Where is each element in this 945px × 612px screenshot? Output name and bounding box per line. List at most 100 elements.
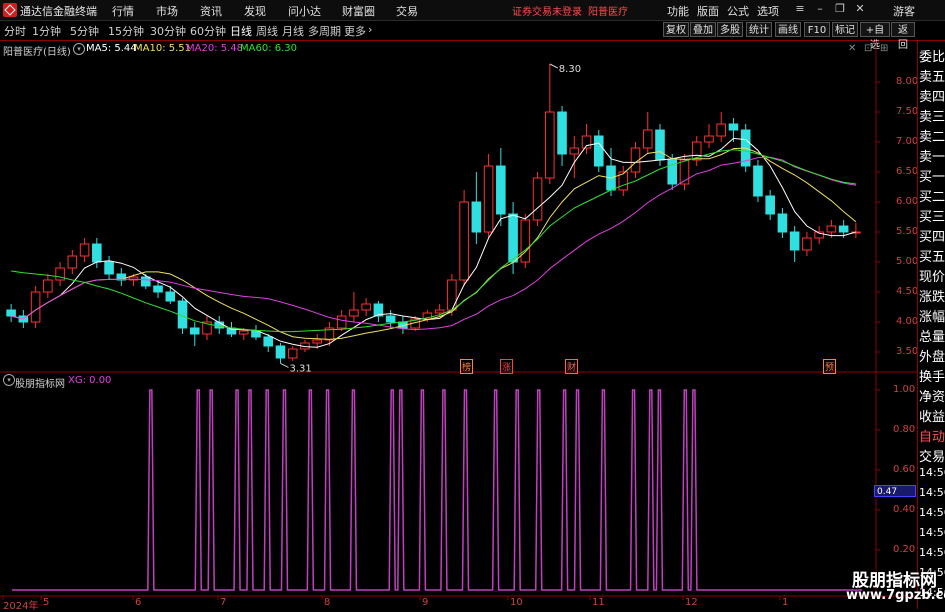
y-axis-label: 6.00 [896,196,919,207]
candle-body [789,231,800,251]
high-pointer [549,63,559,69]
x-axis-label: 1 [782,597,789,608]
x-axis-label: 5 [43,597,50,608]
side-panel-item[interactable]: 卖三 [919,106,945,125]
candle-body [153,285,163,293]
candle-body [6,309,16,317]
candle-body [728,123,739,131]
candle-body [716,123,726,137]
xg-label: XG: 0.00 [68,375,112,386]
subchart-title: 股朋指标网 [15,379,65,390]
candle-body [141,276,151,287]
side-panel-item[interactable]: 净资 [919,386,945,405]
candle-body [312,339,322,344]
y-axis-label: 5.50 [896,226,919,237]
side-panel-item[interactable]: 买四 [919,226,945,245]
sub-y-axis-label: 1.00 [893,384,916,395]
candle-body [30,291,41,323]
side-panel-item[interactable]: 14:56 [919,506,945,519]
candle-body [459,201,469,281]
candle-body [67,255,78,269]
subchart-settings-icon[interactable]: ▾ [3,374,15,386]
y-axis-label: 3.50 [896,346,919,357]
event-marker[interactable]: 预 [823,359,837,374]
ma10-line [11,147,857,340]
sub-y-axis-label: 0.60 [893,464,916,475]
side-panel-item[interactable]: 现价 [919,266,945,285]
side-panel-item[interactable]: 委比 [919,46,945,65]
side-panel-item[interactable]: 交易 [919,446,945,465]
side-panel-item[interactable]: 换手 [919,366,945,385]
side-panel-item[interactable]: 卖五 [919,66,945,85]
side-panel-item[interactable]: 涨跌 [919,286,945,305]
low-pointer [280,362,289,368]
x-axis-label: 6 [135,597,142,608]
side-panel-item[interactable]: 自动 [919,426,945,445]
candle-body [642,129,653,149]
candle-body [275,345,286,359]
side-panel-item[interactable]: 卖二 [919,126,945,145]
y-axis-label: 4.00 [896,316,919,327]
side-panel-item[interactable]: 买二 [919,186,945,205]
y-axis-label: 8.00 [896,76,919,87]
candle-body [434,309,445,314]
candle-body [520,219,531,263]
candle-body [483,165,494,233]
side-panel-item[interactable]: 14:56 [919,546,945,559]
side-panel-item[interactable]: 外盘 [919,346,945,365]
candle-body [79,243,90,257]
candle-body [765,195,775,215]
side-panel-item[interactable]: 买一 [919,166,945,185]
x-axis-label: 11 [592,597,605,608]
candle-body [361,303,371,311]
side-panel-item[interactable]: 14:56 [919,526,945,539]
high-label: 8.30 [559,64,581,75]
side-panel-item[interactable]: 14:56 [919,466,945,479]
x-axis-label: 2024年 [3,601,39,612]
ma20-line [11,156,856,331]
side-panel-item[interactable]: 买三 [919,206,945,225]
side-panel-item[interactable]: 14:56 [919,486,945,499]
x-axis-label: 10 [510,597,523,608]
y-axis-label: 6.50 [896,166,919,177]
candle-body [838,225,849,233]
event-marker[interactable]: 财 [565,359,579,374]
candle-body [43,279,53,293]
candle-body [92,243,102,263]
low-label: 3.31 [289,363,311,374]
ma60-line [11,149,856,333]
kline-chart[interactable]: 8.30 3.31 [0,0,945,609]
candle-body [753,165,763,197]
event-marker[interactable]: 榜 [460,359,474,374]
y-axis-label: 5.00 [896,256,919,267]
candle-body [508,213,518,263]
y-axis-label: 4.50 [896,286,919,297]
candle-body [165,291,176,302]
side-panel-item[interactable]: 卖一 [919,146,945,165]
candle-body [189,327,200,335]
candle-body [826,225,837,233]
x-axis-label: 8 [324,597,331,608]
candle-body [777,213,788,233]
side-panel-item[interactable]: 买五 [919,246,945,265]
candle-body [655,129,665,161]
candle-body [447,279,457,311]
candle-body [104,261,114,275]
candle-body [349,309,359,317]
watermark-url: www.7gpzb.com [846,588,945,603]
side-panel-item[interactable]: 总量 [919,326,945,345]
xg-signal-line [12,389,862,591]
candle-body [569,147,580,155]
side-panel-item[interactable]: 涨幅 [919,306,945,325]
current-value-badge: 0.47 [874,485,916,497]
x-axis-label: 9 [422,597,429,608]
candle-body [593,135,604,167]
sub-y-axis-label: 0.40 [893,504,916,515]
sub-y-axis-label: 0.20 [893,544,916,555]
candle-body [287,348,298,359]
candle-body [496,165,506,215]
event-marker[interactable]: 涨 [500,359,514,374]
side-panel-item[interactable]: 收益 [919,406,945,425]
side-panel-item[interactable]: 卖四 [919,86,945,105]
candle-body [385,315,396,323]
